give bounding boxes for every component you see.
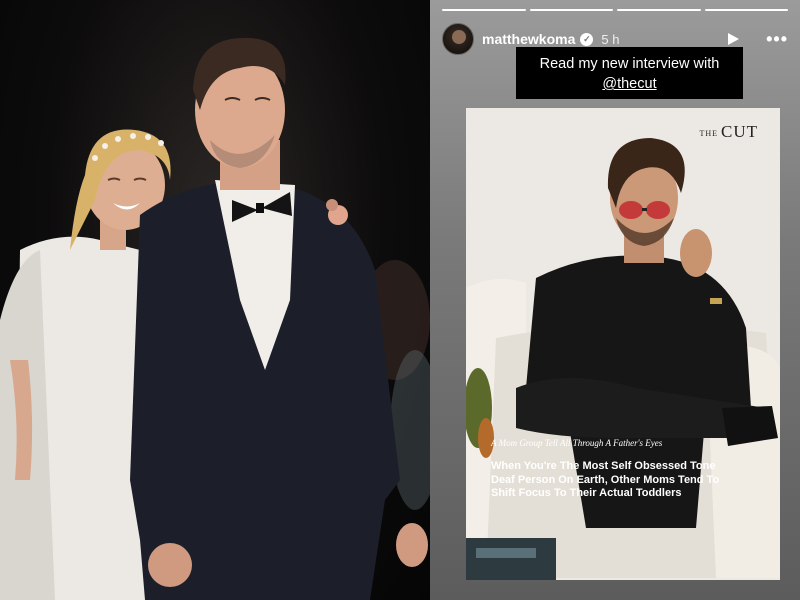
post-time: 5 h bbox=[601, 31, 620, 47]
progress-segment bbox=[442, 9, 526, 11]
more-options-icon[interactable]: ••• bbox=[766, 29, 788, 50]
avatar[interactable] bbox=[442, 23, 474, 55]
logo-prefix: THE bbox=[699, 128, 718, 138]
verified-badge-icon: ✓ bbox=[580, 32, 594, 46]
wedding-photo bbox=[0, 0, 430, 600]
caption-text: Read my new interview with bbox=[539, 56, 720, 72]
shared-article-card[interactable]: THE CUT A Mom Group Tell All Through A Fa… bbox=[466, 108, 780, 580]
username[interactable]: matthewkoma bbox=[482, 31, 575, 47]
story-caption: Read my new interview with @thecut bbox=[516, 47, 743, 99]
article-photo bbox=[466, 108, 780, 580]
article-headline: When You're The Most Self Obsessed Tone … bbox=[491, 460, 720, 499]
article-kicker: A Mom Group Tell All Through A Father's … bbox=[491, 438, 663, 448]
story-progress-bar bbox=[442, 9, 788, 11]
progress-segment bbox=[617, 9, 701, 11]
story-viewer: matthewkoma ✓ 5 h ••• Read my new interv… bbox=[430, 0, 800, 600]
play-icon[interactable] bbox=[726, 32, 740, 46]
progress-segment bbox=[704, 9, 788, 11]
publication-logo: THE CUT bbox=[699, 122, 758, 142]
wedding-photo-illustration bbox=[0, 37, 430, 600]
mention-link[interactable]: @thecut bbox=[516, 74, 743, 94]
progress-segment bbox=[529, 9, 613, 11]
logo-main: CUT bbox=[721, 122, 758, 141]
